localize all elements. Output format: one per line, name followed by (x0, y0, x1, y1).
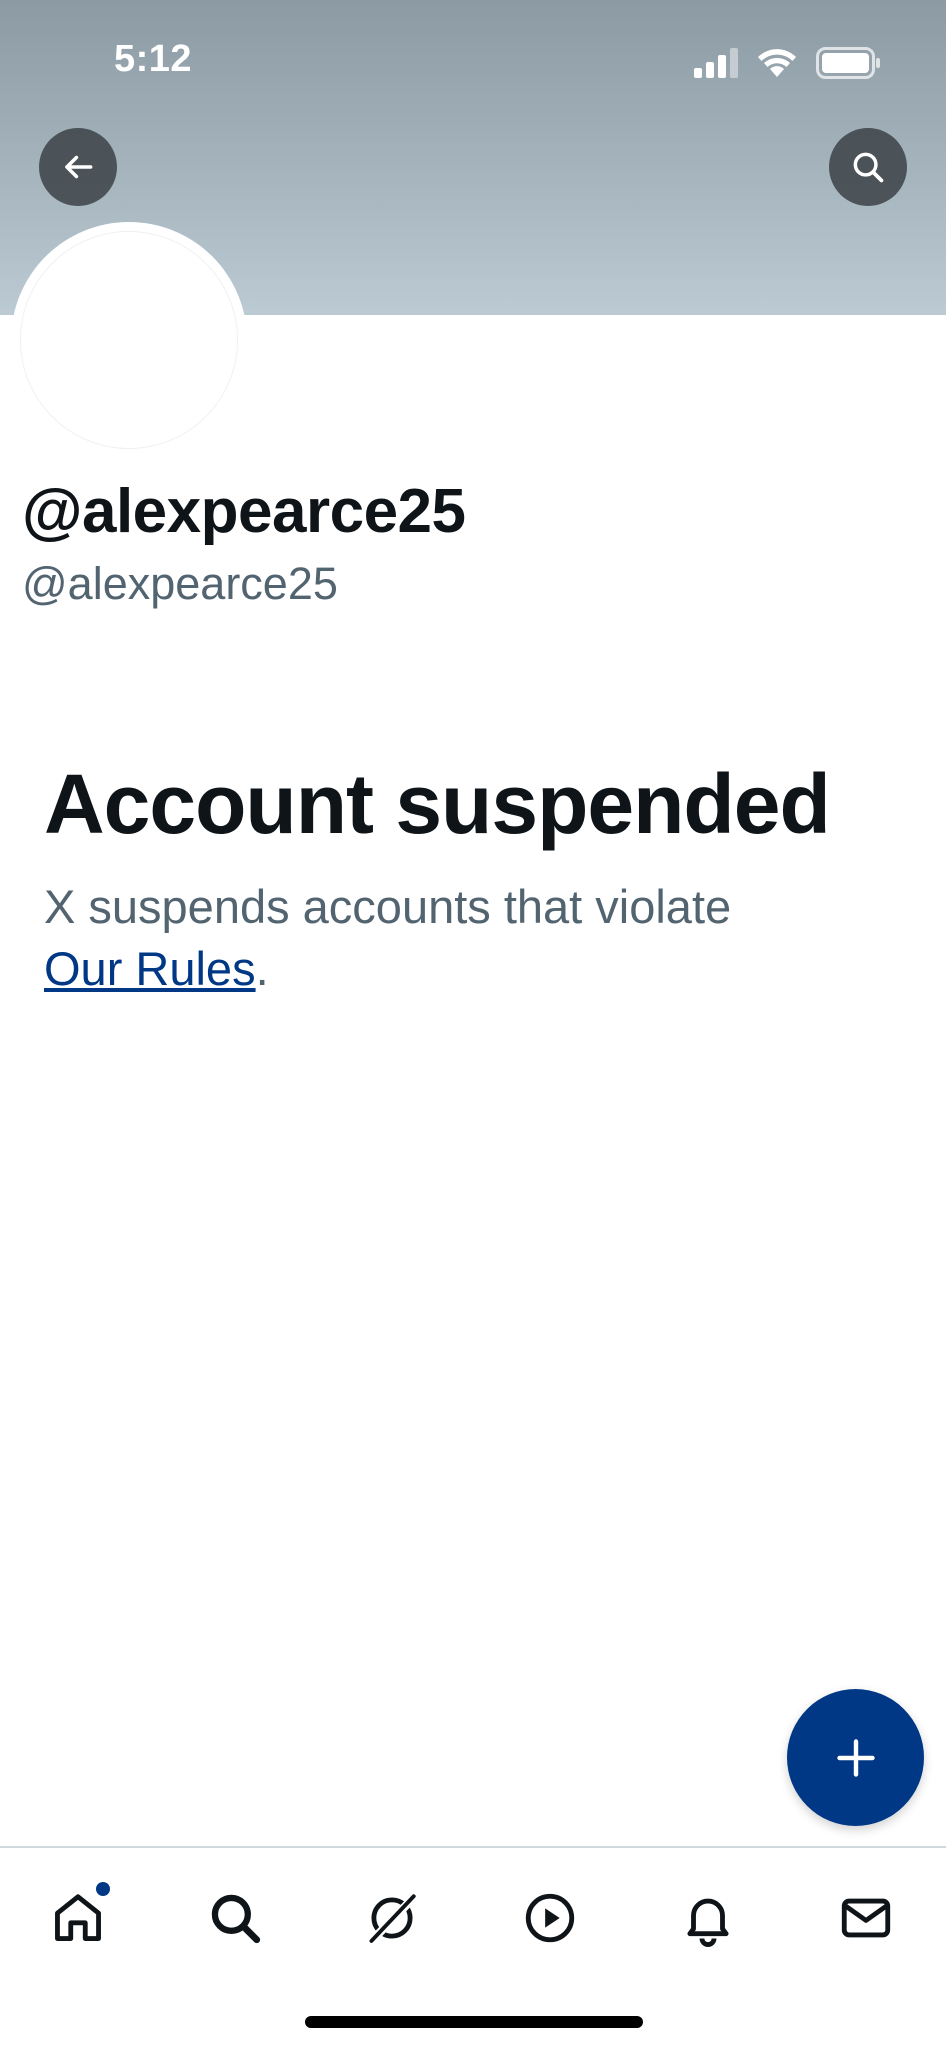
avatar[interactable] (11, 222, 247, 458)
back-button[interactable] (39, 128, 117, 206)
suspension-title: Account suspended (44, 757, 831, 851)
suspension-message: X suspends accounts that violate Our Rul… (44, 876, 884, 1000)
grok-icon (369, 1894, 417, 1943)
play-icon (525, 1893, 575, 1943)
our-rules-link[interactable]: Our Rules (44, 942, 256, 995)
status-bar: 5:12 (0, 0, 946, 120)
home-icon (55, 1894, 101, 1941)
tab-messages[interactable] (826, 1878, 906, 1958)
search-icon (853, 152, 884, 183)
wifi-icon (758, 49, 796, 77)
suspension-message-text: X suspends accounts that violate (44, 880, 732, 933)
arrow-left-icon (65, 155, 93, 179)
status-time: 5:12 (114, 38, 193, 80)
bell-icon (687, 1898, 729, 1947)
tab-search[interactable] (195, 1878, 275, 1958)
mail-icon (841, 1898, 891, 1938)
tab-video[interactable] (510, 1878, 590, 1958)
home-indicator (305, 2016, 643, 2028)
status-icons (694, 46, 882, 80)
profile-display-name: @alexpearce25 (22, 477, 466, 546)
avatar-image (20, 231, 238, 449)
plus-icon (836, 1738, 875, 1777)
tab-home[interactable] (38, 1878, 118, 1958)
home-notification-dot (96, 1882, 110, 1896)
search-button[interactable] (829, 128, 907, 206)
bottom-tab-bar (0, 1846, 946, 2050)
profile-handle: @alexpearce25 (22, 558, 338, 609)
tab-grok[interactable] (352, 1878, 432, 1958)
tab-notifications[interactable] (668, 1878, 748, 1958)
suspension-message-period: . (255, 942, 269, 995)
battery-icon (816, 47, 880, 79)
search-icon (211, 1894, 261, 1944)
cellular-signal-icon (694, 48, 738, 78)
compose-button[interactable] (787, 1689, 924, 1826)
